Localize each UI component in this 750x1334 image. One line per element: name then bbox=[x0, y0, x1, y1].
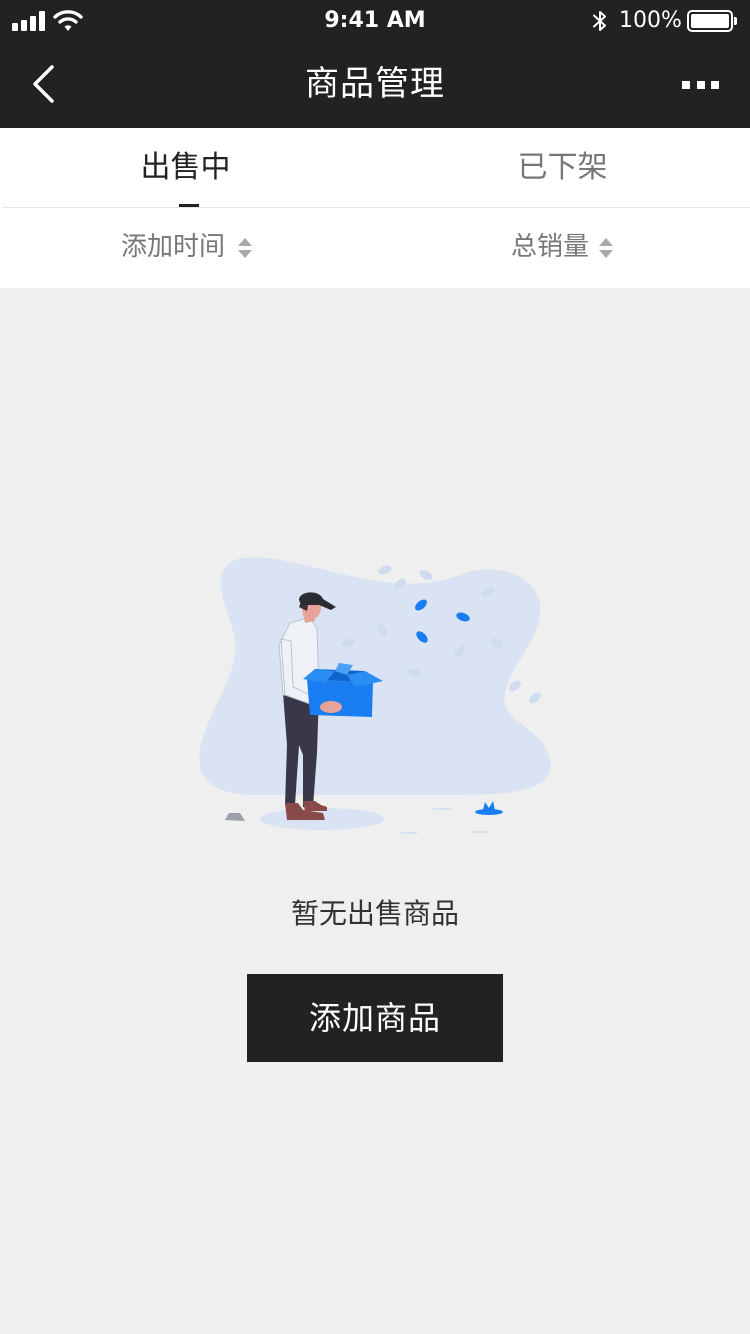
tab-bar: 出售中 已下架 bbox=[0, 128, 750, 208]
sort-by-total-sales[interactable]: 总销量 bbox=[500, 208, 630, 288]
more-button[interactable] bbox=[670, 64, 730, 104]
chevron-left-icon bbox=[33, 65, 54, 103]
empty-box-illustration bbox=[199, 557, 551, 834]
page-title: 商品管理 bbox=[305, 64, 445, 104]
empty-message: 暂无出售商品 bbox=[290, 897, 459, 930]
add-product-button[interactable]: 添加商品 bbox=[247, 974, 503, 1062]
battery-icon bbox=[687, 10, 733, 32]
tab-label: 出售中 bbox=[140, 150, 231, 185]
sort-bar: 添加时间 总销量 bbox=[0, 208, 750, 288]
nav-bar: 商品管理 bbox=[0, 40, 750, 128]
bluetooth-icon bbox=[593, 11, 606, 31]
tab-on-sale[interactable]: 出售中 bbox=[0, 128, 375, 208]
battery-percentage: 100% bbox=[619, 8, 682, 33]
sort-by-added-time[interactable]: 添加时间 bbox=[110, 208, 270, 288]
battery-tip bbox=[734, 17, 737, 25]
tab-label: 已下架 bbox=[517, 150, 608, 185]
tab-off-shelf[interactable]: 已下架 bbox=[375, 128, 750, 208]
sort-label: 添加时间 bbox=[121, 232, 226, 262]
sort-arrows-icon bbox=[238, 238, 252, 258]
sort-label: 总销量 bbox=[511, 232, 590, 262]
product-management-screen: 9:41 AM 100% 商品管理 出售中 已下架 添加时间 总销量 暂无出售商… bbox=[0, 0, 750, 1334]
back-button[interactable] bbox=[18, 54, 78, 114]
sort-arrows-icon bbox=[599, 238, 613, 258]
status-bar: 9:41 AM 100% bbox=[0, 0, 750, 40]
